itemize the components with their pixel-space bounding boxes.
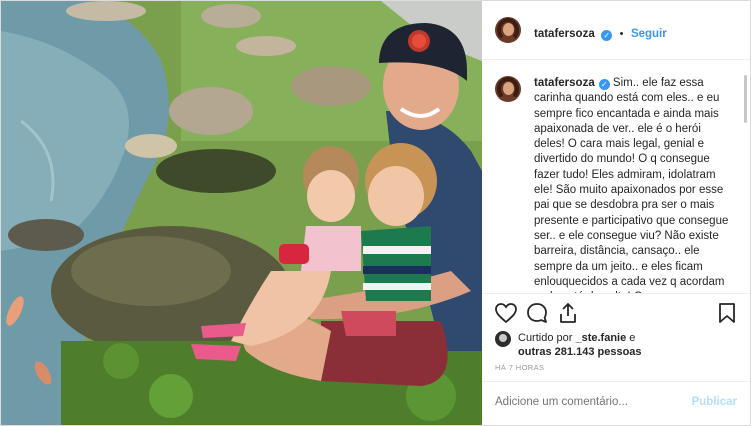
post-side-panel: tatafersoza ✓ • Seguir tatafersoza ✓ Sim.… [482, 1, 750, 425]
instagram-post: tatafersoza ✓ • Seguir tatafersoza ✓ Sim.… [0, 0, 751, 426]
comment-bubble-icon[interactable] [525, 301, 549, 325]
likes-count[interactable]: outras 281.143 pessoas [518, 346, 642, 358]
caption-text-block: tatafersoza ✓ Sim.. ele faz essa carinha … [534, 76, 730, 293]
caption-area[interactable]: tatafersoza ✓ Sim.. ele faz essa carinha … [482, 61, 750, 293]
caption-scrollbar[interactable] [744, 75, 747, 123]
verified-badge-icon: ✓ [601, 30, 613, 41]
post-header: tatafersoza ✓ • Seguir [482, 1, 750, 60]
section-divider [482, 293, 750, 294]
bookmark-icon[interactable] [715, 301, 739, 325]
header-separator: • [619, 28, 624, 40]
heart-icon[interactable] [494, 301, 518, 325]
caption-author-avatar[interactable] [495, 76, 521, 102]
photo-illustration [1, 1, 482, 425]
caption-username[interactable]: tatafersoza [534, 77, 595, 89]
share-arrow-icon[interactable] [556, 301, 580, 325]
follow-button[interactable]: Seguir [631, 28, 667, 40]
publish-button[interactable]: Publicar [692, 396, 737, 408]
author-avatar[interactable] [495, 17, 521, 43]
liker-username[interactable]: _ste.fanie [575, 332, 626, 344]
author-username[interactable]: tatafersoza [534, 28, 595, 40]
likes-text: Curtido por _ste.fanie e outras 281.143 … [518, 331, 642, 359]
likes-joiner: e [629, 332, 636, 344]
comment-input[interactable] [495, 396, 685, 408]
liker-avatar[interactable] [495, 331, 511, 347]
add-comment-bar: Publicar [482, 381, 750, 425]
author-info: tatafersoza ✓ • Seguir [534, 24, 667, 42]
caption-text: Sim.. ele faz essa carinha quando está c… [534, 77, 729, 293]
likes-summary: Curtido por _ste.fanie e outras 281.143 … [495, 331, 735, 359]
post-timestamp[interactable]: há 7 horas [495, 363, 544, 372]
post-photo[interactable] [1, 1, 482, 425]
action-bar [482, 297, 750, 331]
caption-verified-badge-icon: ✓ [598, 79, 610, 90]
likes-prefix: Curtido por [518, 332, 573, 344]
